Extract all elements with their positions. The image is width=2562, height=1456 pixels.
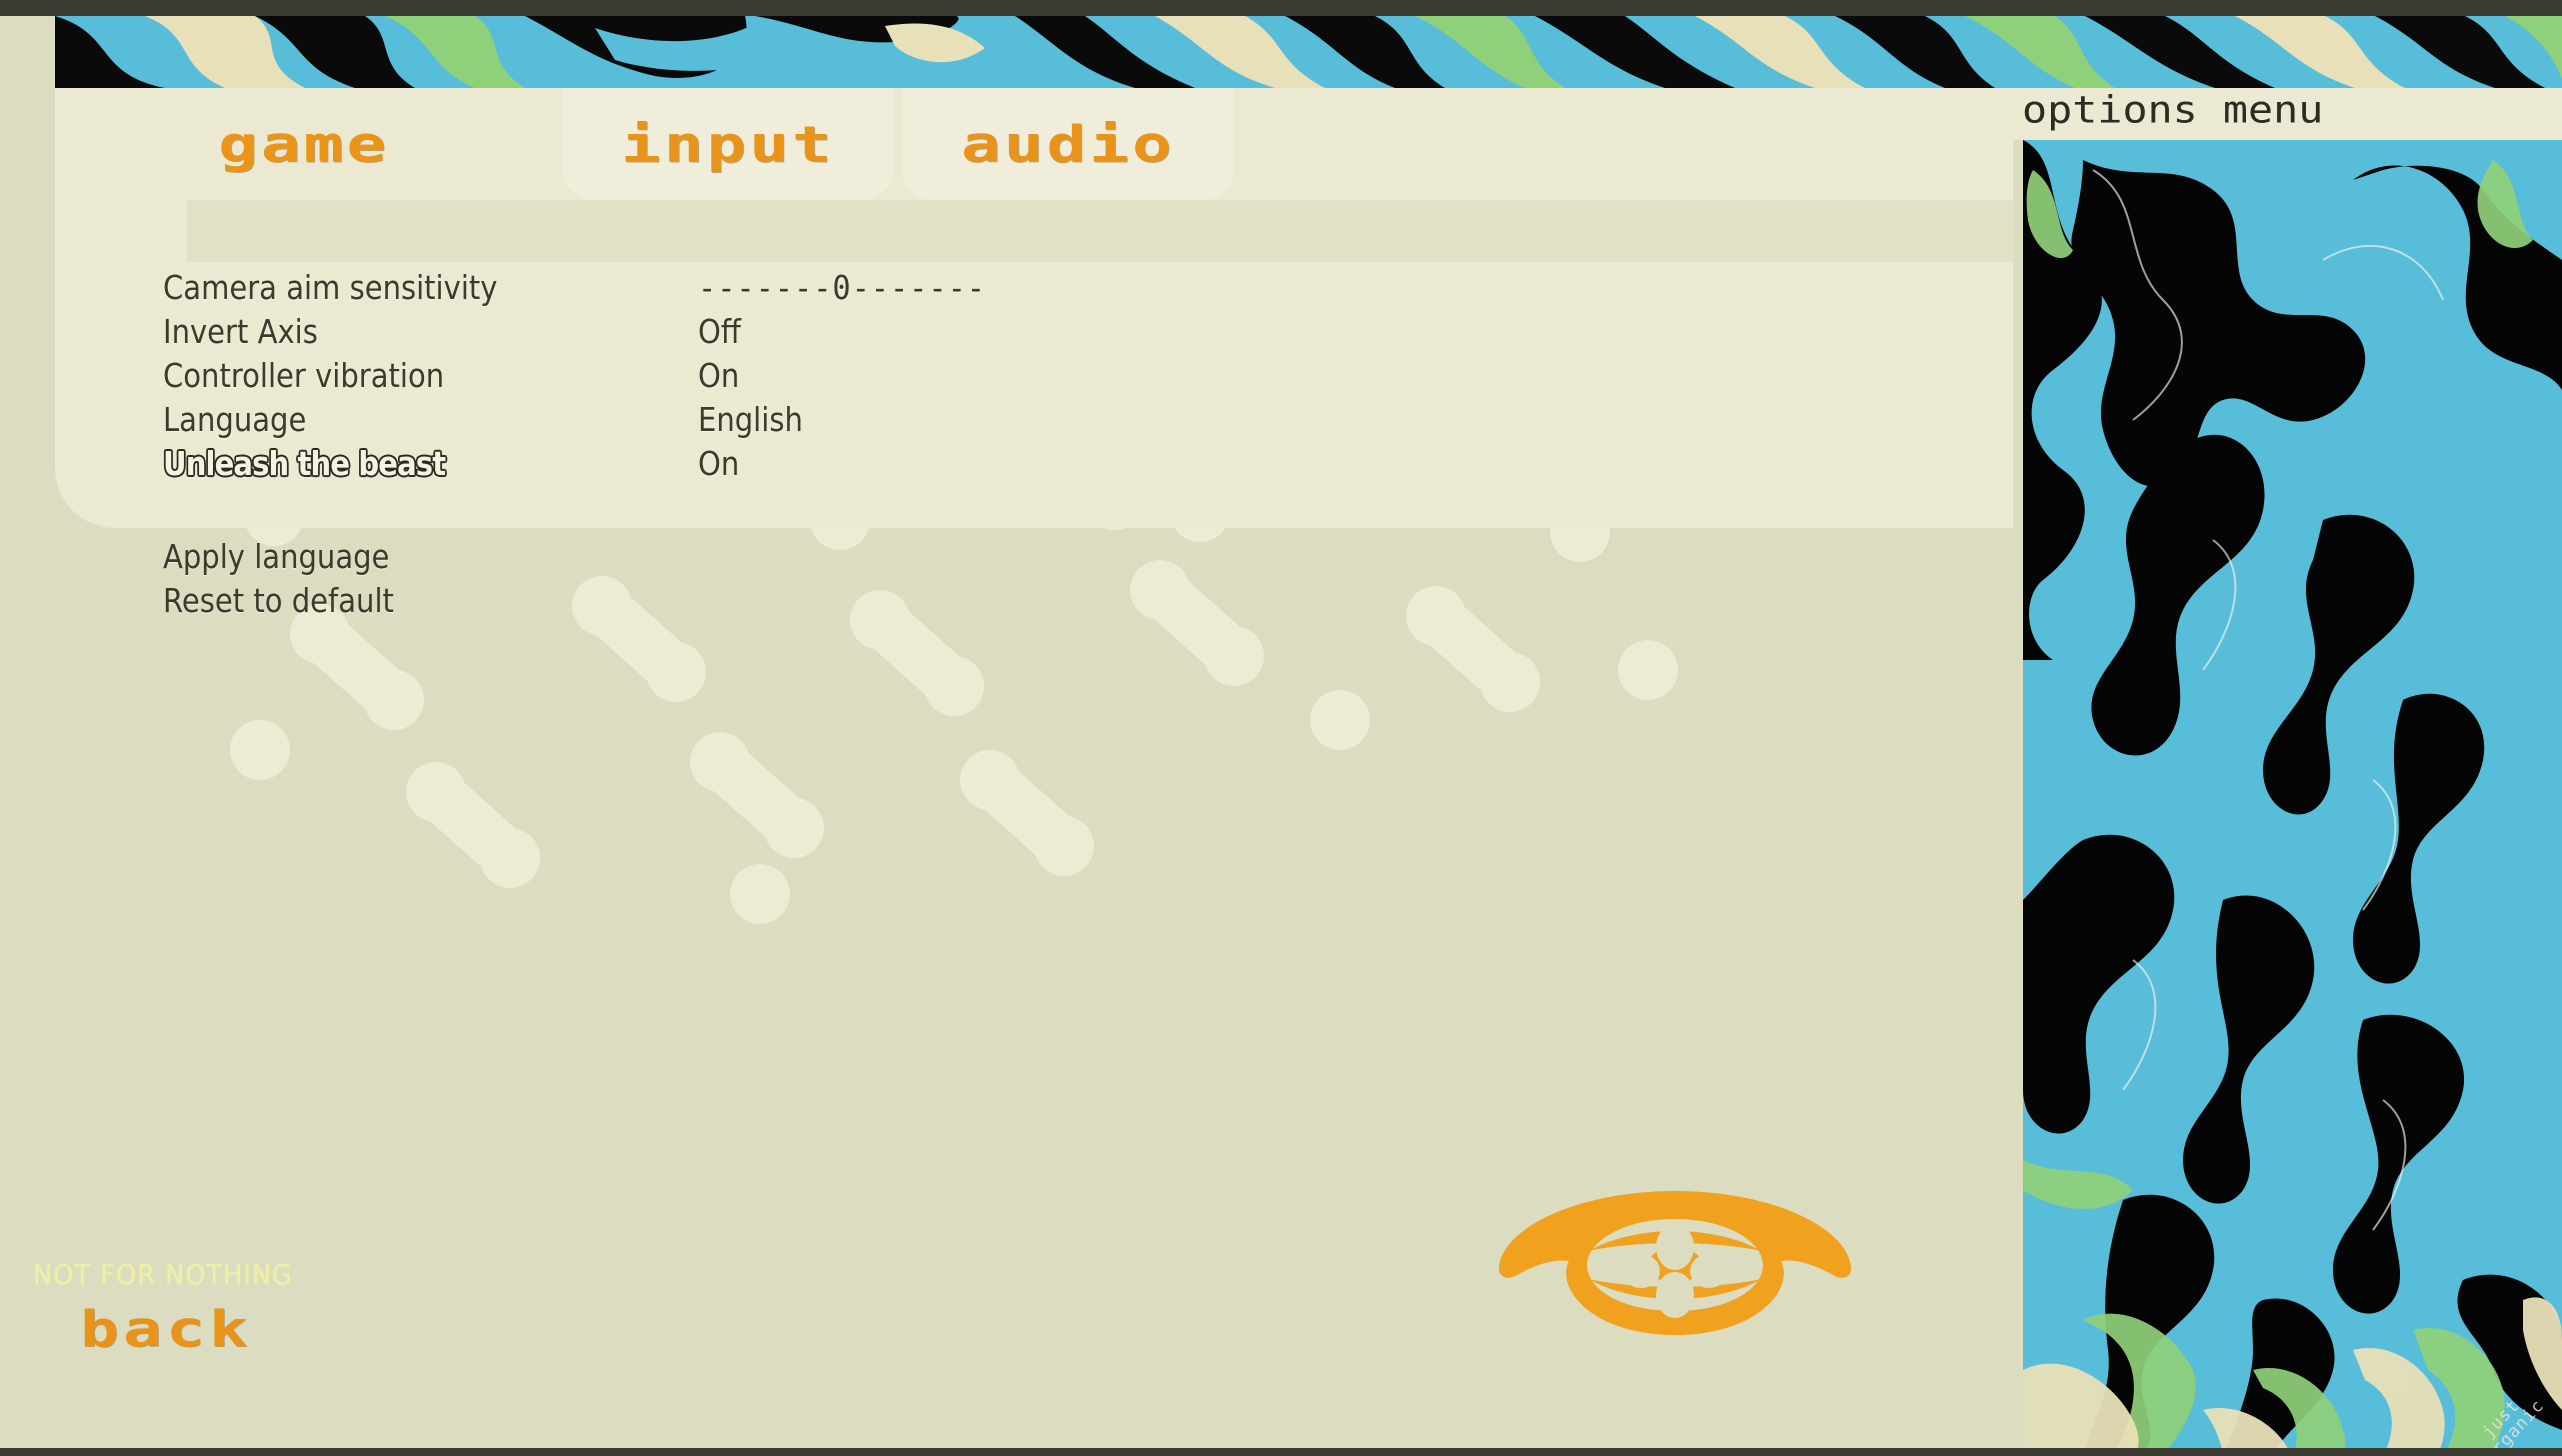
setting-label: Invert Axis bbox=[163, 312, 318, 351]
marbled-banner bbox=[55, 16, 2562, 88]
language-value[interactable]: English bbox=[698, 400, 803, 439]
setting-label: Camera aim sensitivity bbox=[163, 268, 498, 307]
footer-tagline: NOT FOR NOTHING bbox=[33, 1258, 293, 1291]
marbled-art-panel: just organic bbox=[2023, 140, 2562, 1456]
setting-row-invert-axis[interactable]: Invert Axis Off bbox=[163, 312, 1363, 356]
setting-row-controller-vibration[interactable]: Controller vibration On bbox=[163, 356, 1363, 400]
controller-vibration-value[interactable]: On bbox=[698, 356, 739, 395]
tab-input[interactable]: input bbox=[563, 88, 893, 200]
setting-row-camera-aim-sensitivity[interactable]: Camera aim sensitivity -------0------- bbox=[163, 268, 1363, 312]
unleash-the-beast-value[interactable]: On bbox=[698, 444, 739, 483]
actions-list: Apply language Reset to default bbox=[163, 537, 863, 625]
back-button[interactable]: back bbox=[80, 1300, 252, 1358]
invert-axis-value[interactable]: Off bbox=[698, 312, 741, 351]
action-apply-language[interactable]: Apply language bbox=[163, 537, 863, 581]
action-reset-to-default[interactable]: Reset to default bbox=[163, 581, 863, 625]
setting-label: Controller vibration bbox=[163, 356, 445, 395]
letterbox-top-bar bbox=[0, 0, 2562, 16]
page-title: options menu bbox=[2022, 89, 2324, 132]
letterbox-bottom-bar bbox=[0, 1448, 2562, 1456]
setting-label-selected: Unleash the beast bbox=[163, 444, 446, 483]
setting-label: Language bbox=[163, 400, 307, 439]
setting-row-language[interactable]: Language English bbox=[163, 400, 1363, 444]
action-label: Apply language bbox=[163, 537, 390, 576]
setting-row-unleash-the-beast[interactable]: Unleash the beast On bbox=[163, 444, 1363, 488]
settings-list: Camera aim sensitivity -------0------- I… bbox=[163, 268, 1363, 488]
tab-game[interactable]: game bbox=[55, 88, 553, 200]
eye-logo bbox=[1495, 1185, 1855, 1360]
tab-game-label: game bbox=[218, 114, 390, 174]
tab-audio-label: audio bbox=[961, 114, 1175, 174]
tab-bar: game input audio bbox=[55, 88, 1233, 200]
action-label: Reset to default bbox=[163, 581, 394, 620]
tab-inset-band bbox=[187, 200, 2013, 262]
tab-input-label: input bbox=[621, 114, 835, 174]
tab-audio[interactable]: audio bbox=[903, 88, 1233, 200]
camera-aim-sensitivity-slider[interactable]: -------0------- bbox=[698, 268, 986, 307]
